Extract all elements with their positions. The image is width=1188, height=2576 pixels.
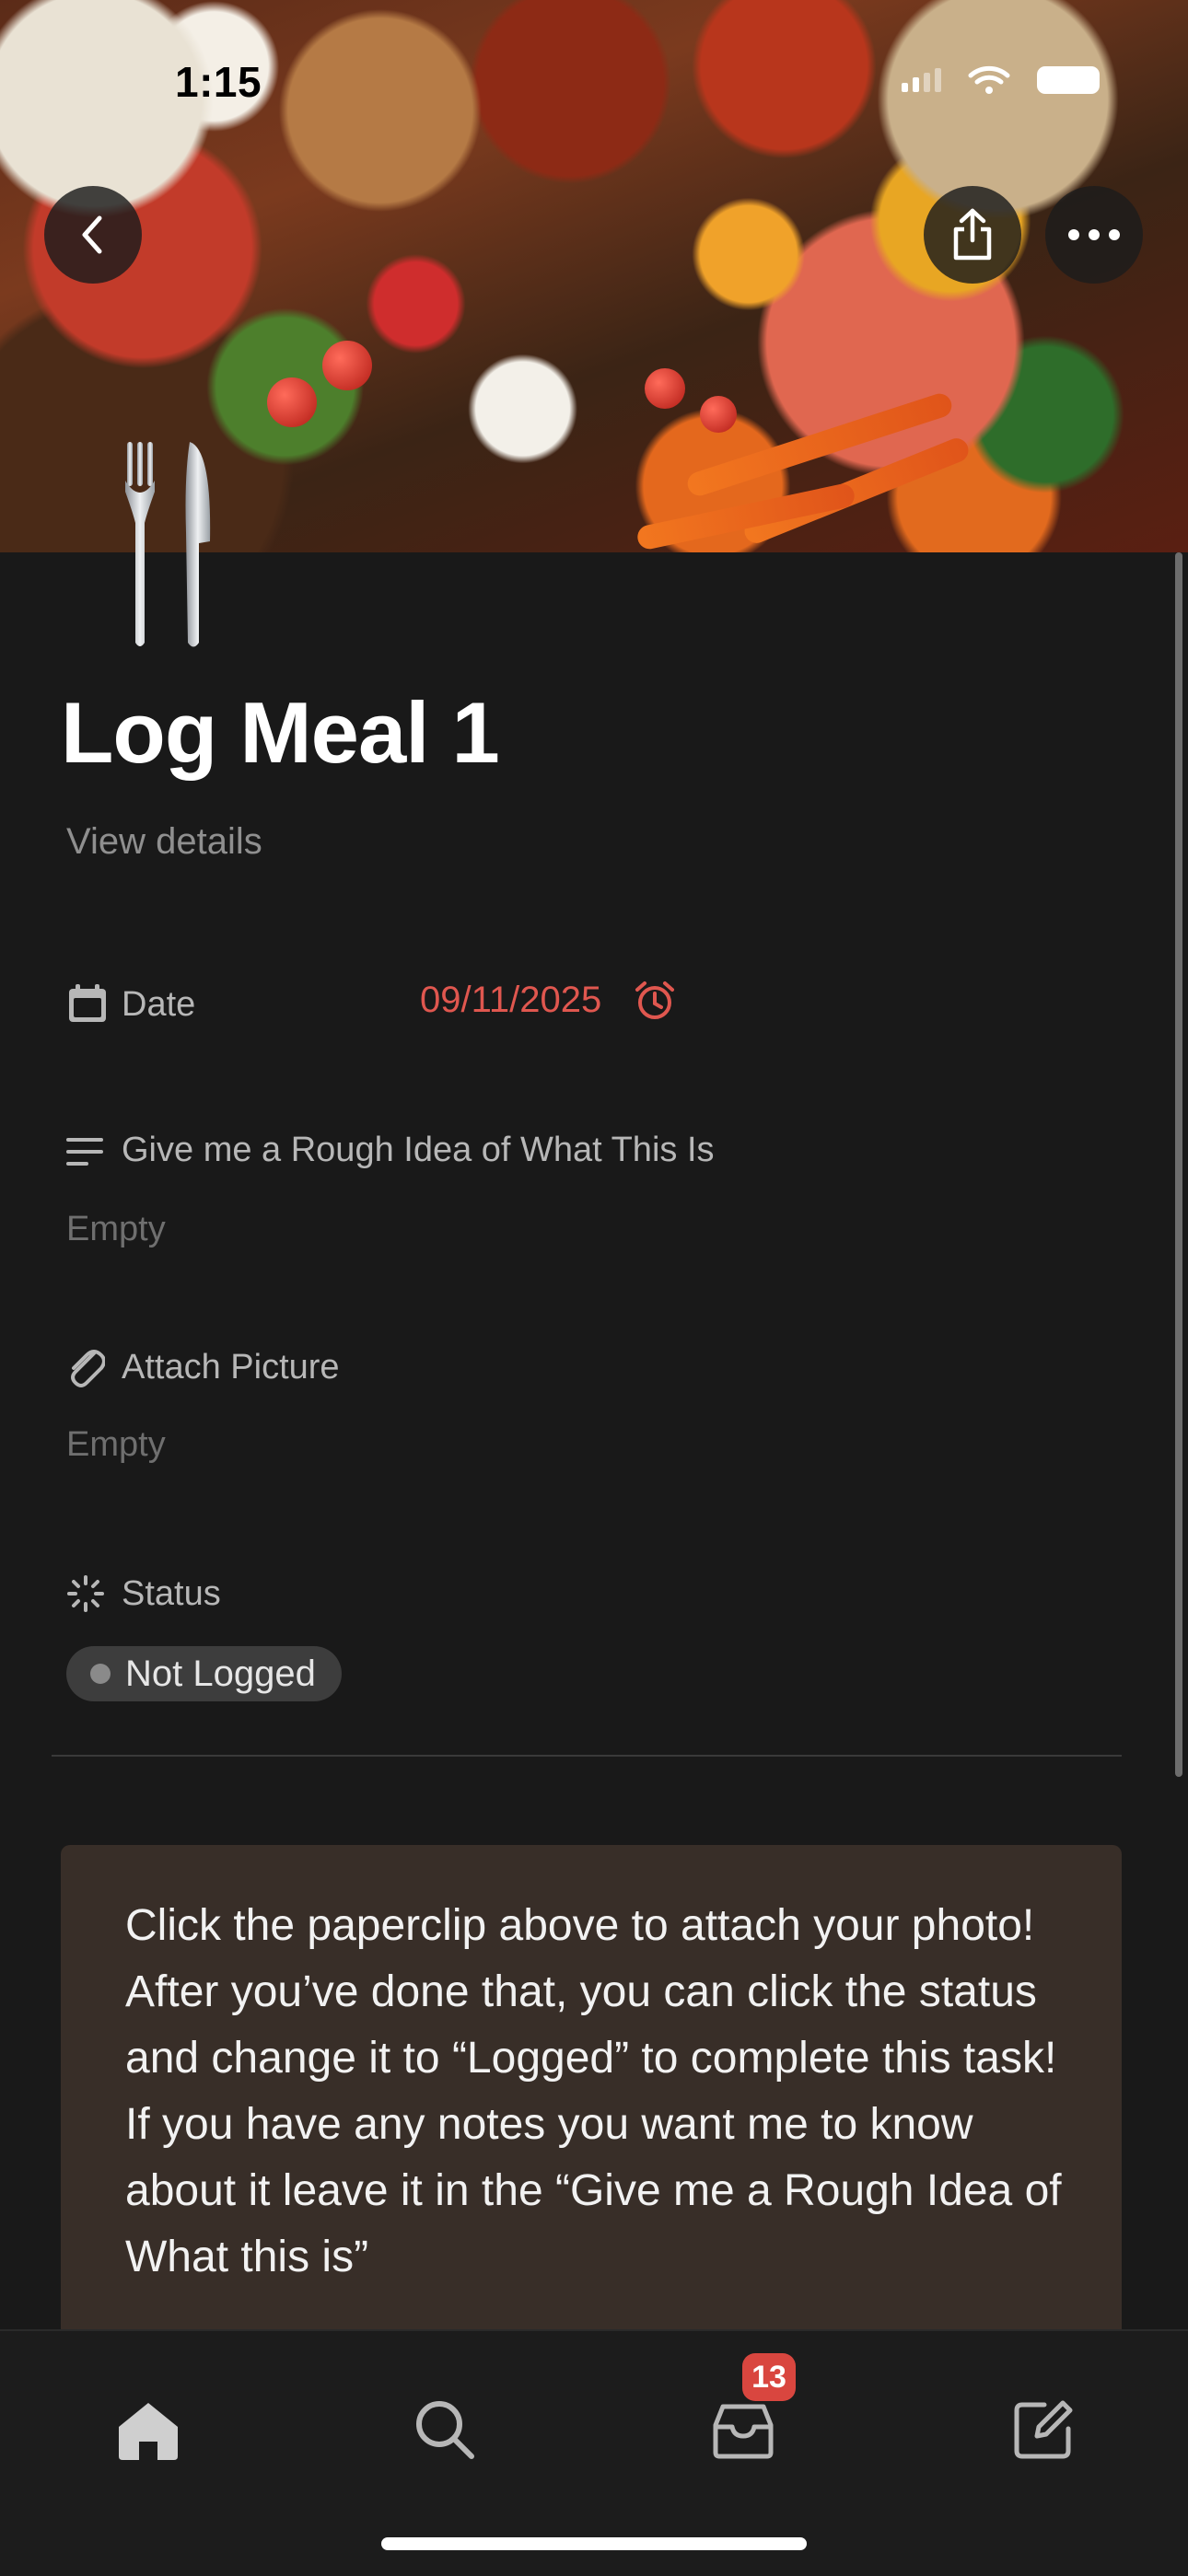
- battery-icon: [1037, 66, 1100, 94]
- scrollbar[interactable]: [1175, 552, 1182, 1777]
- tab-home[interactable]: [98, 2379, 199, 2480]
- fork-and-knife-icon: [125, 442, 211, 647]
- tab-compose[interactable]: [993, 2379, 1094, 2480]
- share-icon: [953, 208, 992, 261]
- status-dot: [90, 1664, 111, 1684]
- property-label-attach-picture[interactable]: Attach Picture: [122, 1348, 340, 1387]
- calendar-icon: [69, 984, 106, 1022]
- view-details-link[interactable]: View details: [66, 821, 262, 863]
- text-lines-icon: [66, 1138, 103, 1166]
- rough-idea-value[interactable]: Empty: [66, 1210, 166, 1249]
- cover-decoration: [267, 377, 317, 427]
- status-badge[interactable]: Not Logged: [66, 1646, 342, 1701]
- search-icon: [416, 2401, 474, 2459]
- callout-block[interactable]: Click the paperclip above to attach your…: [61, 1845, 1122, 2342]
- page-title[interactable]: Log Meal 1: [61, 683, 500, 783]
- compose-icon: [1014, 2400, 1073, 2459]
- property-label-rough-idea[interactable]: Give me a Rough Idea of What This Is: [122, 1131, 715, 1170]
- status-time: 1:15: [175, 58, 262, 106]
- chevron-left-icon: [82, 215, 102, 254]
- date-value[interactable]: 09/11/2025: [420, 980, 601, 1021]
- inbox-badge: 13: [742, 2353, 796, 2401]
- cover-decoration: [700, 396, 737, 433]
- home-icon: [119, 2403, 178, 2460]
- alarm-clock-icon[interactable]: [634, 980, 676, 1022]
- status-value: Not Logged: [125, 1653, 316, 1694]
- divider: [52, 1755, 1122, 1757]
- cover-decoration: [322, 341, 372, 390]
- wifi-icon: [968, 65, 1010, 94]
- cover-decoration: [645, 368, 685, 409]
- home-indicator[interactable]: [381, 2537, 807, 2550]
- share-button[interactable]: [924, 186, 1021, 284]
- attach-picture-value[interactable]: Empty: [66, 1425, 166, 1465]
- property-label-date[interactable]: Date: [122, 985, 195, 1025]
- back-button[interactable]: [44, 186, 142, 284]
- inbox-icon: [713, 2404, 774, 2459]
- ellipsis-icon: [1068, 229, 1120, 240]
- cellular-signal-icon: [902, 68, 941, 92]
- tab-search[interactable]: [394, 2379, 495, 2480]
- paperclip-icon: [71, 1350, 105, 1387]
- property-label-status[interactable]: Status: [122, 1574, 221, 1614]
- status-icons: [902, 64, 1100, 96]
- callout-text: Click the paperclip above to attach your…: [125, 1901, 1062, 2281]
- status-spinner-icon: [67, 1575, 104, 1612]
- more-options-button[interactable]: [1045, 186, 1143, 284]
